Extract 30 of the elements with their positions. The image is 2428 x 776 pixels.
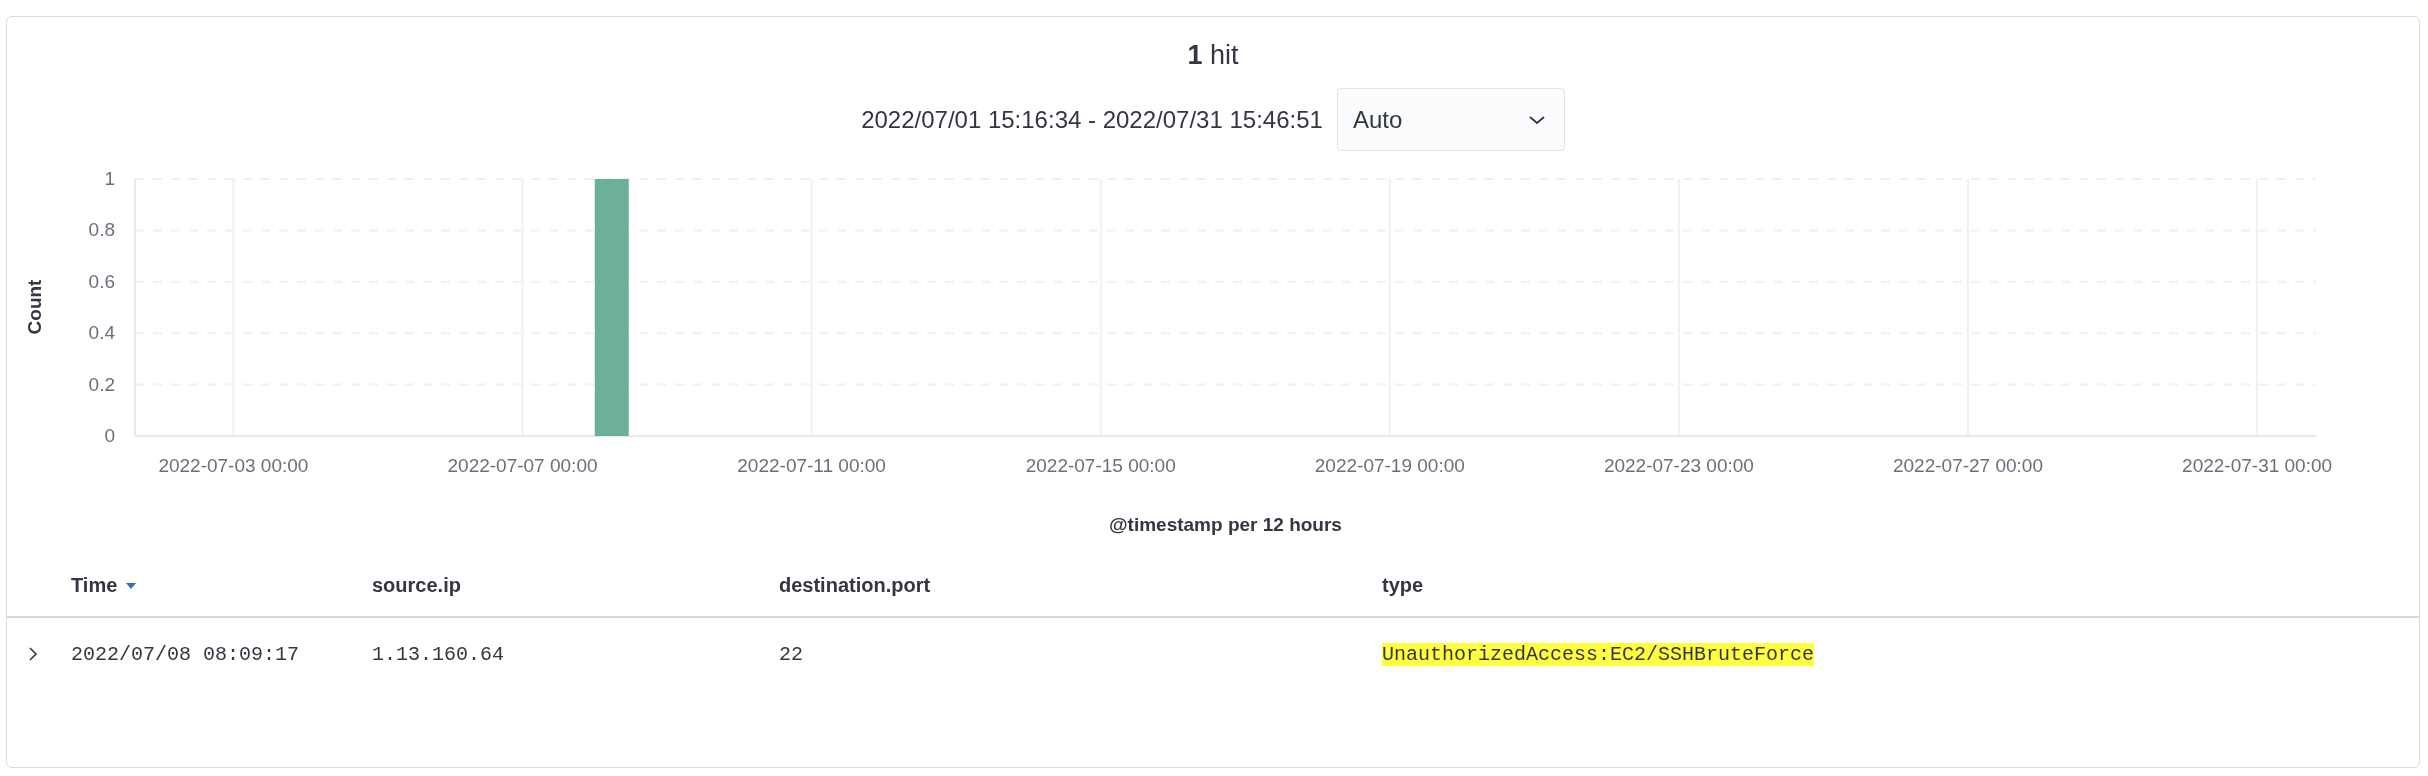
- table-cell: 1.13.160.64: [372, 642, 505, 666]
- interval-select[interactable]: Auto: [1336, 88, 1565, 151]
- hit-count: 1 hit: [1187, 39, 1239, 72]
- time-range: 2022/07/01 15:16:34 - 2022/07/31 15:46:51: [861, 105, 1323, 134]
- column-header[interactable]: type: [1382, 573, 1424, 596]
- y-tick-label: 1: [104, 168, 115, 189]
- column-header[interactable]: destination.port: [779, 573, 931, 596]
- chevron-right-icon[interactable]: [27, 647, 39, 661]
- y-tick-label: 0.8: [88, 219, 115, 241]
- table-cell: 22: [779, 642, 803, 666]
- chevron-down-icon: [1527, 113, 1546, 126]
- x-tick-label: 2022-07-07 00:00: [447, 455, 598, 476]
- x-tick-label: 2022-07-27 00:00: [1893, 455, 2043, 476]
- x-tick-label: 2022-07-15 00:00: [1025, 455, 1176, 476]
- x-axis-title: @timestamp per 12 hours: [1109, 514, 1342, 535]
- x-tick-label: 2022-07-11 00:00: [737, 455, 886, 476]
- y-tick-label: 0.2: [88, 373, 115, 395]
- x-tick-label: 2022-07-03 00:00: [158, 455, 309, 476]
- x-tick-label: 2022-07-23 00:00: [1603, 455, 1754, 476]
- x-tick-label: 2022-07-31 00:00: [2182, 455, 2333, 476]
- x-tick-label: 2022-07-19 00:00: [1314, 455, 1465, 476]
- y-axis-title: Count: [24, 279, 45, 335]
- sort-arrow-icon: [125, 582, 138, 591]
- table-cell: 2022/07/08 08:09:17: [71, 642, 300, 666]
- table-cell: UnauthorizedAccess:EC2/SSHBruteForce: [1382, 642, 1815, 666]
- y-tick-label: 0.6: [88, 270, 115, 292]
- column-header[interactable]: Time: [71, 573, 138, 596]
- y-tick-label: 0.4: [88, 322, 115, 344]
- y-tick-label: 0: [104, 425, 115, 446]
- column-header[interactable]: source.ip: [372, 573, 461, 596]
